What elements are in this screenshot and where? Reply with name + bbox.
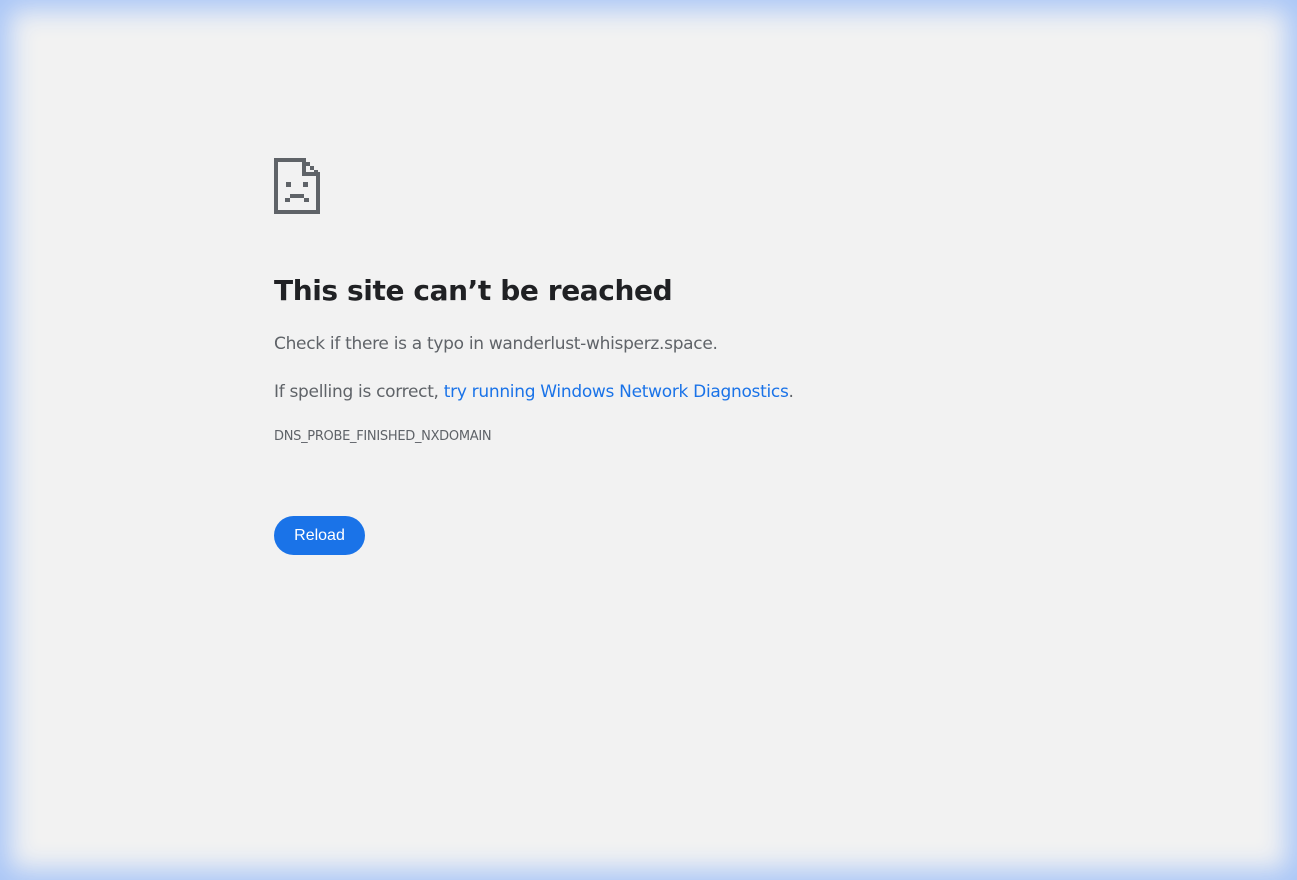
network-diagnostics-link[interactable]: try running Windows Network Diagnostics	[444, 382, 789, 402]
browser-viewport: This site can’t be reached Check if ther…	[0, 0, 1297, 880]
page-title: This site can’t be reached	[274, 274, 673, 307]
sad-page-icon	[274, 158, 320, 214]
spelling-message: If spelling is correct, try running Wind…	[274, 380, 1034, 404]
error-content: This site can’t be reached Check if ther…	[274, 158, 1034, 555]
error-code: DNS_PROBE_FINISHED_NXDOMAIN	[274, 429, 492, 444]
reload-button[interactable]: Reload	[274, 516, 365, 555]
typo-message: Check if there is a typo in wanderlust-w…	[274, 334, 718, 354]
spelling-message-prefix: If spelling is correct,	[274, 382, 444, 402]
spelling-message-suffix: .	[788, 382, 794, 402]
